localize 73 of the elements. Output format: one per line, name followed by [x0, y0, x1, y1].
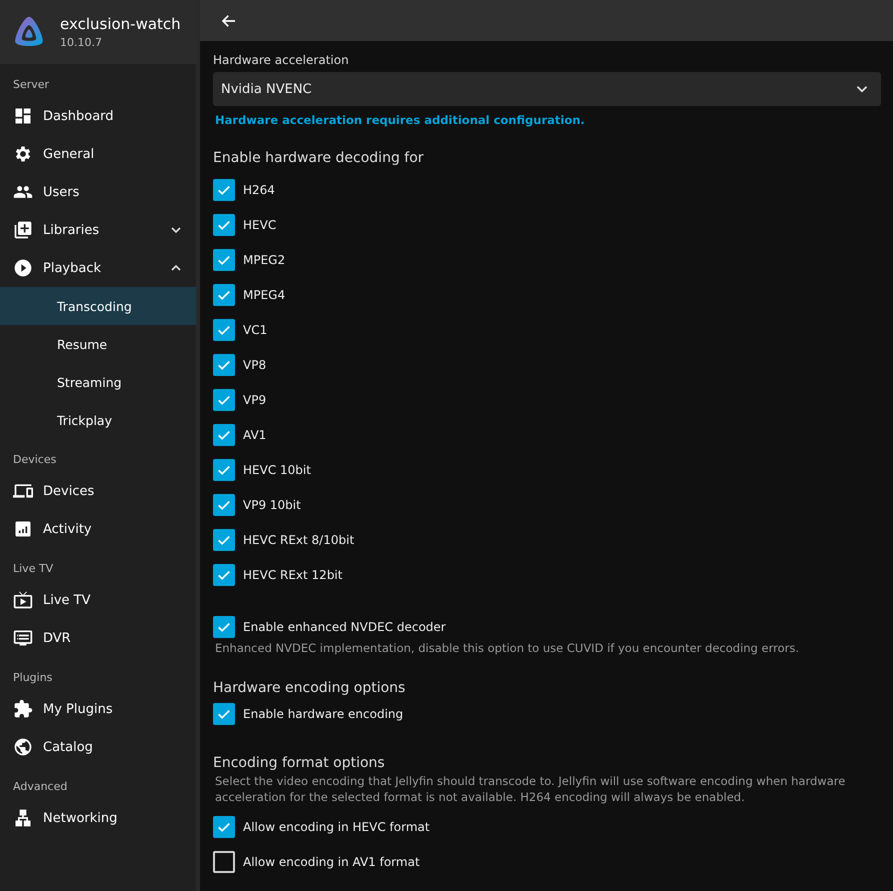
checkbox-label: Enable hardware encoding: [243, 706, 404, 720]
checkbox[interactable]: [213, 616, 235, 638]
help-text: Select the video encoding that Jellyfin should transcode to. Jellyfin will use software encoding when hardware acceleration for the selected format is not available. H264 encoding will always be enabled.: [214, 773, 846, 805]
globe-icon: [13, 737, 33, 757]
field-label: Hardware acceleration: [213, 53, 350, 67]
checkbox[interactable]: [213, 494, 235, 516]
version-label: 10.10.7: [60, 36, 103, 49]
checkbox-label: MPEG4: [243, 288, 286, 302]
checkbox[interactable]: [213, 816, 235, 838]
checkbox[interactable]: [213, 564, 235, 586]
checkbox[interactable]: [213, 850, 235, 872]
sidebar-subitem[interactable]: Streaming: [0, 363, 196, 401]
checkbox-label: Enable enhanced NVDEC decoder: [243, 620, 446, 634]
sidebar-item[interactable]: Networking: [0, 799, 196, 837]
configuration-link[interactable]: Hardware acceleration requires additional configuration.: [213, 113, 881, 127]
checkbox-label: VP9: [243, 392, 266, 406]
checkbox[interactable]: [213, 528, 235, 550]
checkbox[interactable]: [213, 354, 235, 376]
sidebar-item[interactable]: Dashboard: [0, 97, 196, 135]
checkbox[interactable]: [213, 702, 235, 724]
sidebar-subitem[interactable]: Resume: [0, 325, 196, 363]
play-icon: [13, 258, 33, 278]
section-heading: Live TV: [12, 561, 54, 577]
checkbox-label: MPEG2: [243, 252, 286, 266]
sidebar-item[interactable]: Libraries: [0, 211, 196, 249]
section-heading: Plugins: [12, 670, 54, 686]
section-heading: Advanced: [12, 779, 68, 795]
library-icon: [13, 220, 33, 240]
section-heading: Hardware encoding options: [213, 680, 406, 696]
sidebar-item[interactable]: Devices: [0, 472, 196, 510]
checkbox-label: Allow encoding in HEVC format: [243, 820, 430, 834]
checkbox-label: VP9 10bit: [243, 498, 301, 512]
checkbox-label: AV1: [243, 428, 266, 442]
dashboard-icon: [13, 106, 33, 126]
server-name: exclusion-watch: [60, 15, 181, 33]
checkbox-label: HEVC: [243, 218, 276, 232]
activity-icon: [13, 519, 33, 539]
help-text: Enhanced NVDEC implementation, disable this option to use CUVID if you encounter decoding errors.: [214, 640, 800, 656]
sidebar-item[interactable]: General: [0, 135, 196, 173]
section-heading: Enable hardware decoding for: [213, 150, 425, 166]
dvr-icon: [13, 628, 33, 648]
sidebar-item[interactable]: Live TV: [0, 581, 196, 619]
checkbox[interactable]: [213, 424, 235, 446]
sidebar-subitem[interactable]: Transcoding: [0, 287, 196, 325]
sidebar-item[interactable]: DVR: [0, 619, 196, 657]
sidebar-subitem[interactable]: Trickplay: [0, 401, 196, 439]
sidebar-item[interactable]: Users: [0, 173, 196, 211]
sidebar-item[interactable]: Playback: [0, 249, 196, 287]
checkbox[interactable]: [213, 388, 235, 410]
checkbox-label: Allow encoding in AV1 format: [243, 854, 420, 868]
hardware-acceleration-select[interactable]: Nvidia NVENC: [213, 72, 881, 106]
gear-icon: [13, 144, 33, 164]
checkbox[interactable]: [213, 458, 235, 480]
sidebar-item[interactable]: Activity: [0, 510, 196, 548]
checkbox-label: HEVC RExt 12bit: [243, 568, 342, 582]
checkbox-label: VP8: [243, 358, 266, 372]
checkbox[interactable]: [213, 318, 235, 340]
puzzle-icon: [13, 699, 33, 719]
checkbox[interactable]: [213, 214, 235, 236]
section-heading: Encoding format options: [213, 755, 386, 771]
checkbox-label: HEVC 10bit: [243, 462, 311, 476]
sidebar-item[interactable]: Catalog: [0, 728, 196, 766]
checkbox[interactable]: [213, 178, 235, 200]
checkbox-label: H264: [243, 182, 275, 196]
checkbox-label: VC1: [243, 322, 268, 336]
checkbox-label: HEVC RExt 8/10bit: [243, 532, 354, 546]
section-heading: Devices: [12, 452, 58, 468]
sidebar-item[interactable]: My Plugins: [0, 690, 196, 728]
checkbox[interactable]: [213, 248, 235, 270]
checkbox[interactable]: [213, 284, 235, 306]
network-icon: [13, 808, 33, 828]
tv-icon: [13, 590, 33, 610]
section-heading: Server: [12, 77, 50, 93]
